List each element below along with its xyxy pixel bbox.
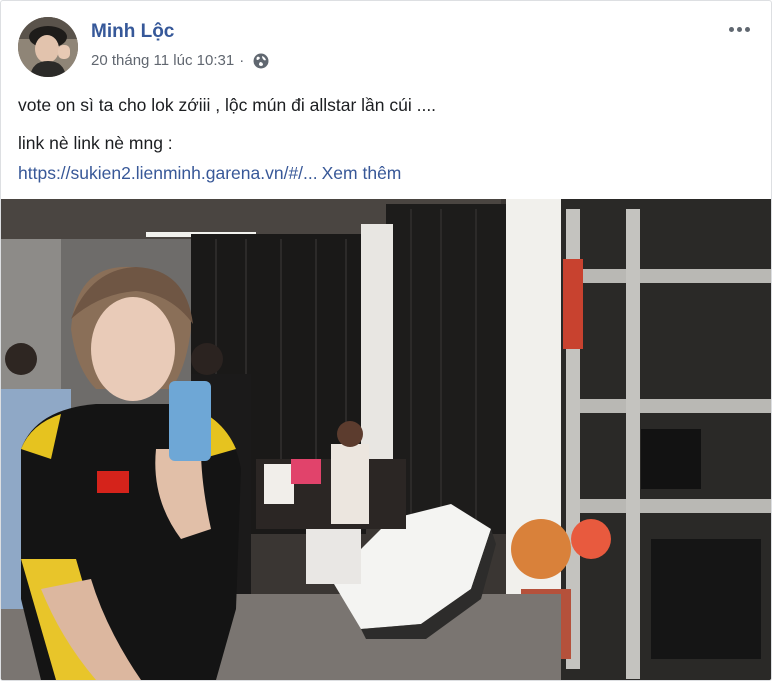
post-card: Minh Lộc 20 tháng 11 lúc 10:31 · vote on… [0,0,772,681]
post-photo-image [1,199,771,680]
author-name[interactable]: Minh Lộc [91,21,174,43]
more-options-icon[interactable] [727,19,757,43]
meta-separator: · [239,52,245,69]
globe-icon[interactable] [253,53,269,69]
post-text: vote on sì ta cho lok zớiii , lộc mún đi… [18,93,751,185]
post-photo[interactable] [1,199,771,680]
avatar[interactable] [18,17,78,77]
post-timestamp[interactable]: 20 tháng 11 lúc 10:31 [91,52,234,69]
avatar-image [18,17,78,77]
post-text-line: vote on sì ta cho lok zớiii , lộc mún đi… [18,95,437,115]
post-link[interactable]: https://sukien2.lienminh.garena.vn/#/... [18,163,318,183]
post-meta: 20 tháng 11 lúc 10:31 · [91,52,269,69]
post-text-line: link nè link nè mng : [18,133,173,153]
post-link-line: https://sukien2.lienminh.garena.vn/#/...… [18,161,751,185]
post-header: Minh Lộc 20 tháng 11 lúc 10:31 · [18,17,771,79]
see-more-link[interactable]: Xem thêm [322,163,402,183]
